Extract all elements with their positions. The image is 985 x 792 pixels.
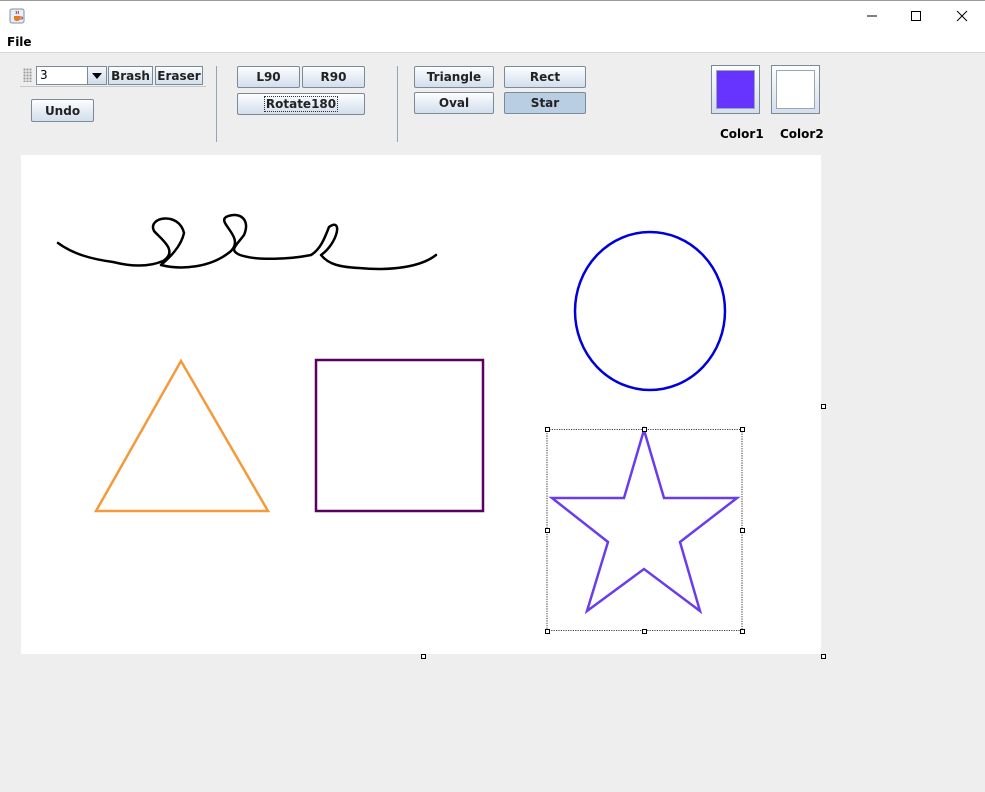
- canvas-resize-handle[interactable]: [421, 654, 426, 659]
- stroke-width-value: 3: [40, 68, 48, 82]
- minimize-button[interactable]: [849, 1, 895, 31]
- canvas-resize-handle[interactable]: [821, 654, 826, 659]
- resize-handle[interactable]: [740, 528, 745, 533]
- rect-shape[interactable]: [314, 358, 485, 513]
- toolbar-divider: [20, 86, 206, 87]
- menu-bar: File: [0, 30, 985, 53]
- minimize-icon: [867, 15, 877, 17]
- resize-handle[interactable]: [545, 629, 550, 634]
- rotate-180-label: Rotate180: [263, 96, 339, 112]
- close-icon: [956, 10, 968, 22]
- java-cup-icon: [9, 8, 25, 24]
- rotate-right-90-button[interactable]: R90: [302, 66, 365, 88]
- chevron-down-icon[interactable]: [87, 67, 106, 84]
- eraser-button[interactable]: Eraser: [155, 66, 203, 85]
- stroke-width-select[interactable]: 3: [36, 66, 107, 85]
- color1-swatch-button[interactable]: [711, 65, 760, 114]
- resize-handle[interactable]: [642, 427, 647, 432]
- color2-swatch-button[interactable]: [771, 65, 820, 114]
- resize-handle[interactable]: [642, 629, 647, 634]
- resize-handle[interactable]: [740, 427, 745, 432]
- toolbar-drag-handle[interactable]: [23, 68, 32, 82]
- menu-file[interactable]: File: [7, 35, 32, 49]
- star-shape[interactable]: [548, 425, 741, 615]
- resize-handle[interactable]: [545, 528, 550, 533]
- selection-box: [546, 429, 743, 631]
- close-button[interactable]: [939, 1, 985, 31]
- rect-tool-button[interactable]: Rect: [504, 66, 586, 88]
- title-bar: [0, 0, 985, 30]
- undo-button[interactable]: Undo: [31, 99, 94, 122]
- canvas-resize-handle[interactable]: [821, 404, 826, 409]
- rotate-left-90-button[interactable]: L90: [237, 66, 300, 88]
- freehand-stroke[interactable]: [56, 213, 438, 271]
- resize-handle[interactable]: [545, 427, 550, 432]
- star-tool-button[interactable]: Star: [504, 92, 586, 114]
- resize-handle[interactable]: [740, 629, 745, 634]
- triangle-shape[interactable]: [93, 358, 271, 513]
- separator: [397, 66, 398, 142]
- brush-button[interactable]: Brash: [108, 66, 153, 85]
- separator: [216, 66, 217, 142]
- color1-label: Color1: [720, 127, 764, 141]
- maximize-button[interactable]: [893, 1, 939, 31]
- drawing-canvas[interactable]: [21, 155, 821, 654]
- oval-shape[interactable]: [573, 230, 727, 392]
- maximize-icon: [911, 11, 921, 21]
- triangle-tool-button[interactable]: Triangle: [414, 66, 494, 88]
- color1-fill: [716, 70, 755, 109]
- color2-fill: [776, 70, 815, 109]
- canvas-shapes: [56, 213, 743, 631]
- rotate-180-button[interactable]: Rotate180: [237, 93, 365, 115]
- color2-label: Color2: [780, 127, 824, 141]
- oval-tool-button[interactable]: Oval: [414, 92, 494, 114]
